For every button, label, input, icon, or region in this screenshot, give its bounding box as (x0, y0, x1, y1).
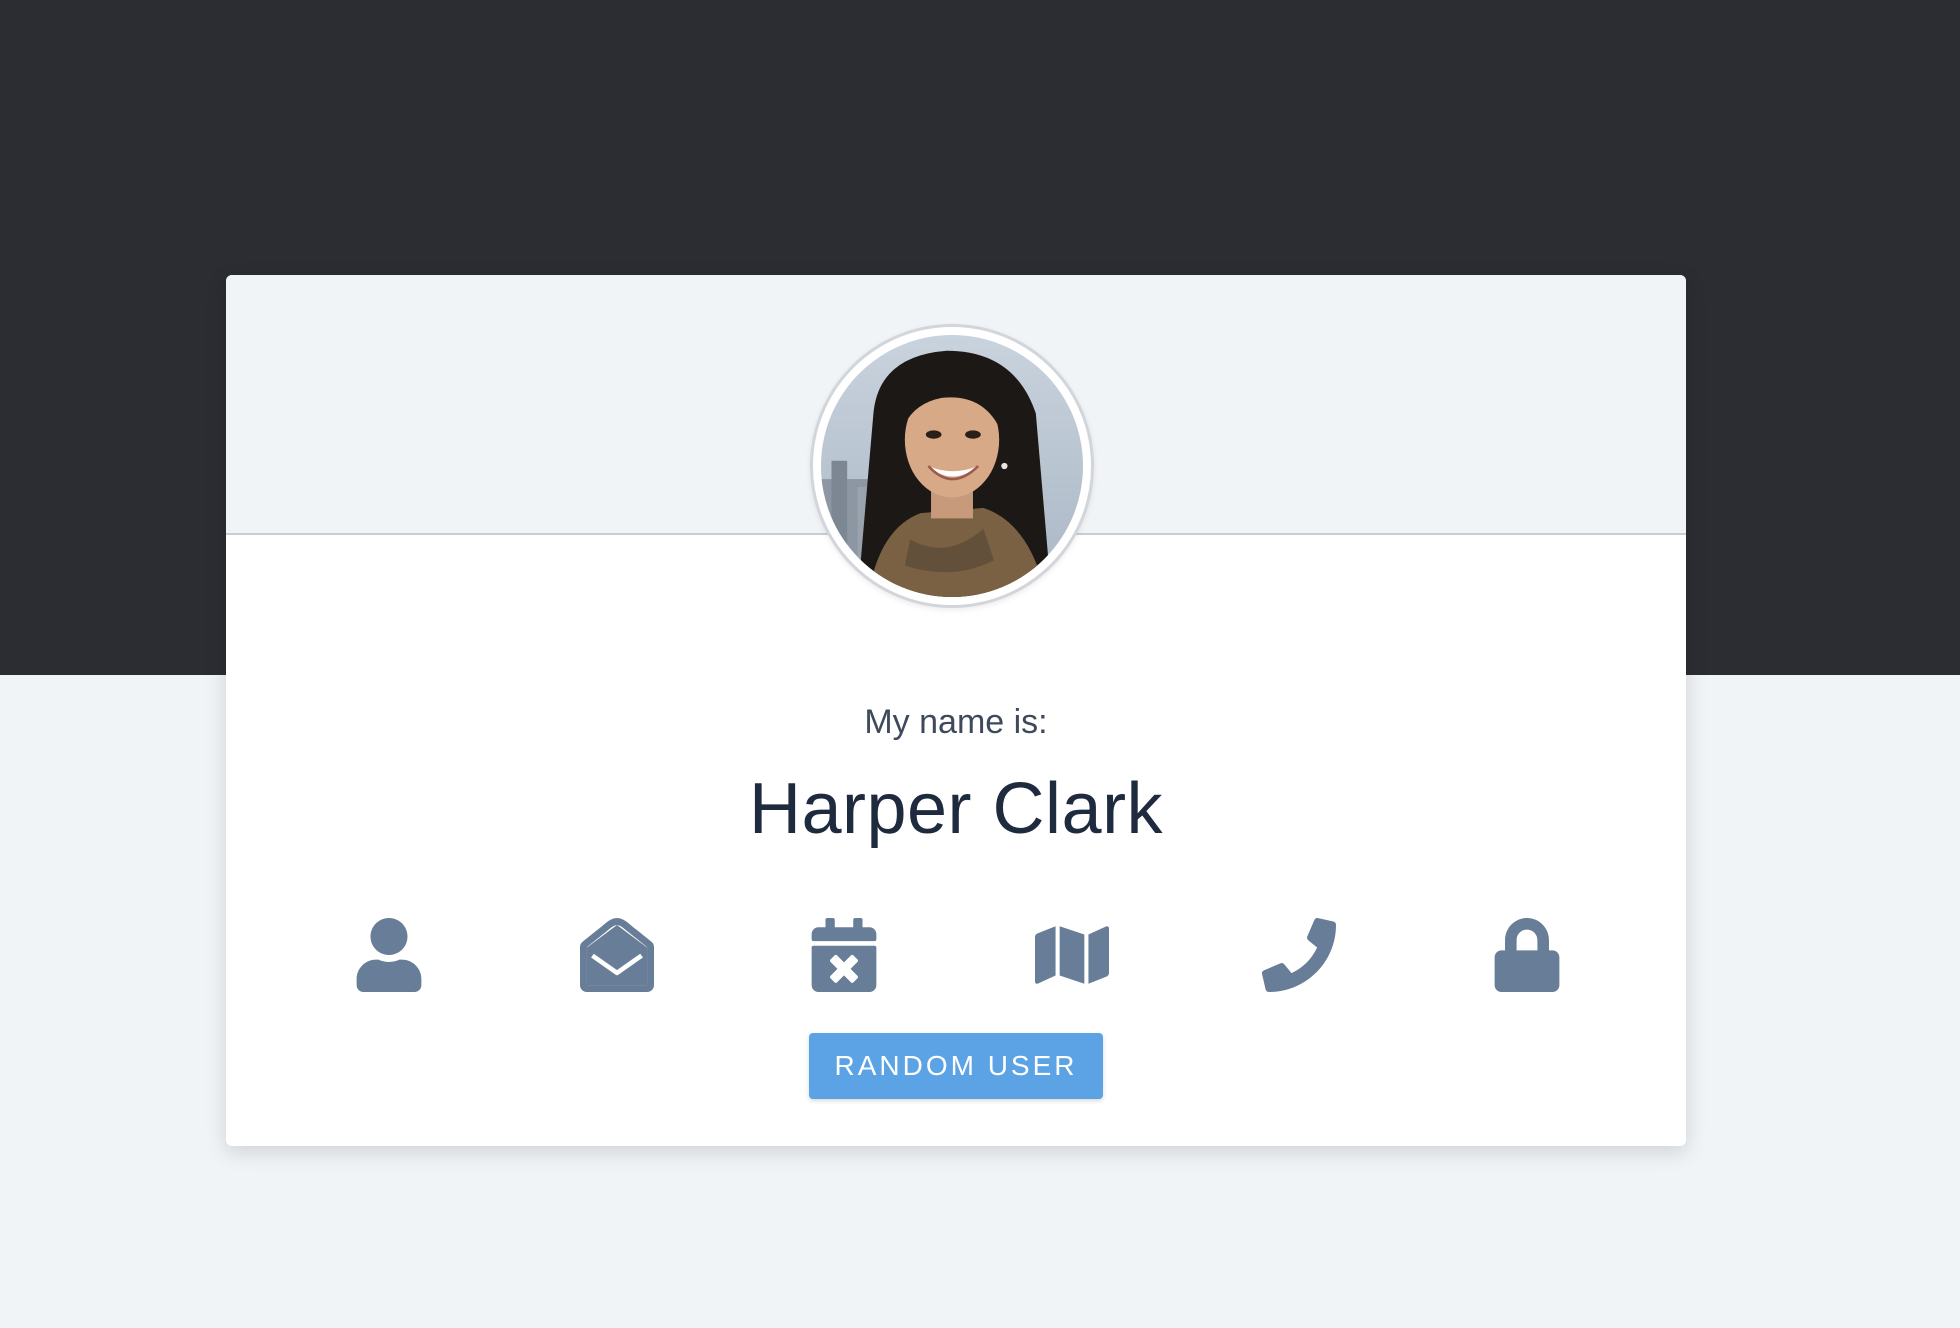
map-icon[interactable] (1022, 905, 1122, 1005)
profile-field-label: My name is: (864, 703, 1048, 741)
page: My name is: Harper Clark RANDOM USER (0, 0, 1960, 1328)
profile-field-value: Harper Clark (748, 769, 1164, 849)
lock-icon[interactable] (1477, 905, 1577, 1005)
envelope-open-icon[interactable] (567, 905, 667, 1005)
random-user-button[interactable]: RANDOM USER (809, 1033, 1103, 1099)
profile-card: My name is: Harper Clark RANDOM USER (226, 275, 1686, 1146)
profile-field-icons (226, 905, 1686, 1005)
calendar-x-icon[interactable] (794, 905, 894, 1005)
user-icon[interactable] (339, 905, 439, 1005)
avatar-photo (821, 335, 1083, 597)
avatar (810, 324, 1094, 608)
phone-icon[interactable] (1249, 905, 1349, 1005)
